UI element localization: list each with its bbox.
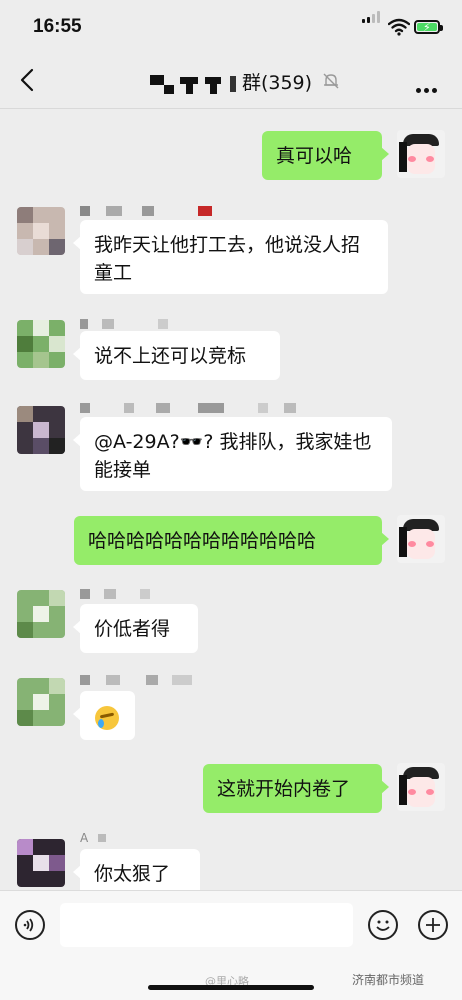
message-bubble[interactable]: 真可以哈 bbox=[262, 131, 389, 180]
message-text: @A-29A?🕶️? 我排队，我家娃也能接单 bbox=[94, 431, 372, 481]
avatar[interactable] bbox=[397, 763, 445, 811]
message-bubble[interactable]: 说不上还可以竞标 bbox=[73, 331, 280, 380]
bottom-area: @里心略 济南都市频道 bbox=[0, 958, 462, 1000]
redacted-name bbox=[149, 74, 236, 94]
message-bubble[interactable]: 我昨天让他打工去，他说没人招童工 bbox=[73, 220, 388, 294]
wifi-icon bbox=[388, 18, 410, 36]
message-text: 这就开始内卷了 bbox=[217, 778, 351, 800]
message-text: 真可以哈 bbox=[276, 145, 353, 167]
avatar[interactable] bbox=[17, 207, 65, 255]
message-text: 我昨天让他打工去，他说没人招童工 bbox=[94, 234, 361, 284]
emoji-icon[interactable] bbox=[368, 910, 398, 940]
message-bubble[interactable]: 价低者得 bbox=[73, 604, 198, 653]
sender-name-text: A bbox=[80, 831, 89, 845]
nav-bar: 群(359) bbox=[0, 56, 462, 108]
sender-name-redacted bbox=[80, 675, 200, 685]
chat-title: 群(359) bbox=[0, 68, 462, 95]
chat-title-text: 群(359) bbox=[241, 72, 313, 94]
tears-of-joy-emoji-icon bbox=[95, 705, 119, 730]
home-indicator[interactable] bbox=[148, 985, 314, 990]
status-bar: 16:55 ⚡ bbox=[0, 0, 462, 56]
message-bubble[interactable] bbox=[73, 691, 135, 740]
message-text: 你太狠了 bbox=[94, 863, 171, 885]
message-input[interactable] bbox=[60, 903, 353, 947]
avatar[interactable] bbox=[397, 515, 445, 563]
sender-name-redacted bbox=[80, 589, 170, 599]
input-bar bbox=[0, 890, 462, 959]
message-text: 说不上还可以竞标 bbox=[94, 345, 247, 367]
avatar[interactable] bbox=[17, 678, 65, 726]
status-time: 16:55 bbox=[33, 16, 82, 37]
avatar[interactable] bbox=[17, 320, 65, 368]
message-text: 价低者得 bbox=[94, 618, 171, 640]
avatar[interactable] bbox=[17, 839, 65, 887]
message-list[interactable]: 真可以哈 我昨天让他打工去，他说没人招童工 说不上还可以竞标 @A-29A?🕶️… bbox=[0, 109, 462, 890]
message-bubble[interactable]: 你太狠了 bbox=[73, 849, 200, 890]
message-text: 哈哈哈哈哈哈哈哈哈哈哈哈 bbox=[88, 530, 317, 552]
battery-icon: ⚡ bbox=[414, 20, 443, 34]
message-bubble[interactable]: 这就开始内卷了 bbox=[203, 764, 389, 813]
more-icon[interactable] bbox=[416, 78, 440, 97]
sender-name-redacted bbox=[80, 403, 300, 413]
voice-icon[interactable] bbox=[15, 910, 45, 940]
mute-bell-icon bbox=[323, 73, 339, 89]
plus-icon[interactable] bbox=[418, 910, 448, 940]
sender-name-redacted bbox=[80, 206, 220, 216]
sender-name-redacted bbox=[80, 319, 200, 329]
message-bubble[interactable]: @A-29A?🕶️? 我排队，我家娃也能接单 bbox=[73, 417, 392, 491]
sender-name: A bbox=[80, 831, 107, 845]
avatar[interactable] bbox=[17, 590, 65, 638]
message-bubble[interactable]: 哈哈哈哈哈哈哈哈哈哈哈哈 bbox=[74, 516, 389, 565]
avatar[interactable] bbox=[17, 406, 65, 454]
watermark-right: 济南都市频道 bbox=[352, 973, 425, 987]
avatar[interactable] bbox=[397, 130, 445, 178]
